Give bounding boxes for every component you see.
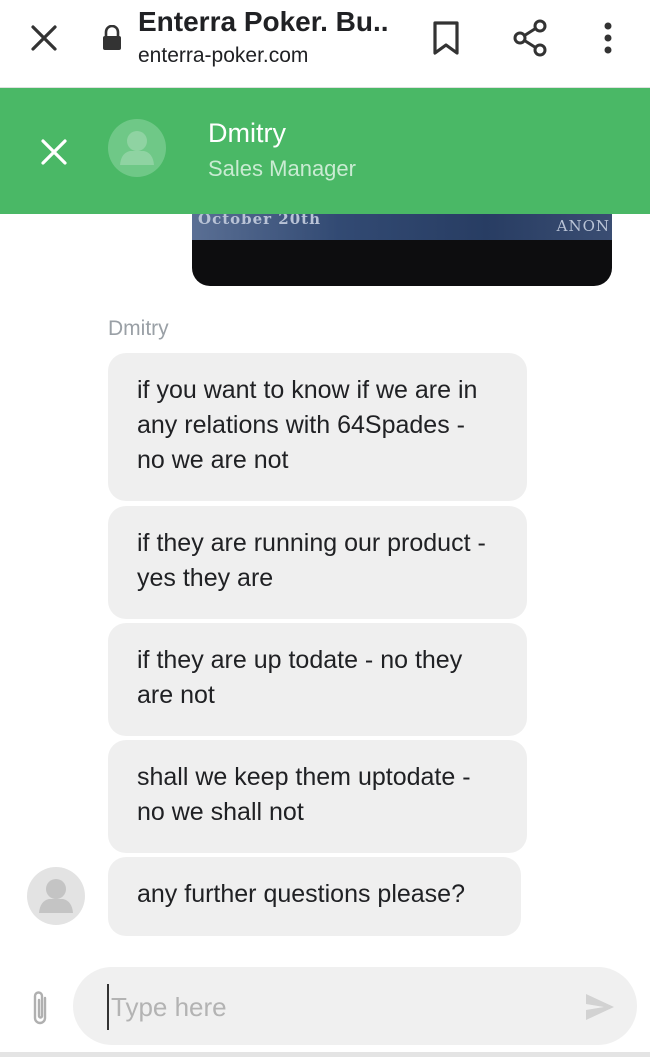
share-button[interactable]	[508, 16, 552, 60]
image-preview: October 20th ANON	[192, 214, 612, 240]
image-caption-left: October 20th	[198, 214, 321, 228]
close-chat-button[interactable]	[30, 128, 78, 176]
bookmark-button[interactable]	[424, 16, 468, 60]
browser-toolbar: Enterra Poker. Bu... enterra-poker.com	[0, 0, 650, 88]
agent-avatar	[108, 119, 166, 177]
close-icon	[41, 139, 67, 165]
bookmark-icon	[433, 21, 459, 55]
lock-icon	[100, 24, 124, 52]
divider	[0, 1052, 650, 1057]
attach-icon	[33, 991, 47, 1025]
send-button[interactable]	[578, 987, 622, 1027]
message-bubble: shall we keep them uptodate - no we shal…	[108, 740, 527, 853]
avatar-icon	[39, 879, 73, 913]
chat-header: Dmitry Sales Manager	[0, 88, 650, 214]
message-text: shall we keep them uptodate - no we shal…	[137, 763, 471, 826]
message-bubble: if you want to know if we are in any rel…	[108, 353, 527, 501]
message-text: any further questions please?	[137, 880, 465, 908]
image-attachment[interactable]: October 20th ANON	[192, 214, 612, 286]
message-bubble: any further questions please?	[108, 857, 521, 936]
attach-button[interactable]	[20, 986, 60, 1030]
more-vert-icon	[604, 22, 612, 54]
close-tab-button[interactable]	[22, 16, 66, 60]
page-url[interactable]: enterra-poker.com	[138, 44, 308, 68]
message-input-wrapper	[73, 967, 637, 1045]
share-icon	[513, 19, 547, 57]
close-icon	[31, 25, 57, 51]
message-text: if you want to know if we are in any rel…	[137, 376, 478, 474]
message-composer	[0, 948, 650, 1057]
agent-name: Dmitry	[208, 118, 286, 148]
message-text: if they are up todate - no they are not	[137, 646, 463, 709]
message-bubble: if they are up todate - no they are not	[108, 623, 527, 736]
agent-role: Sales Manager	[208, 156, 356, 181]
message-bubble: if they are running our product - yes th…	[108, 506, 527, 619]
message-text: if they are running our product - yes th…	[137, 529, 486, 592]
avatar-icon	[120, 131, 154, 165]
sender-avatar	[27, 867, 85, 925]
sender-name: Dmitry	[108, 317, 169, 340]
more-options-button[interactable]	[586, 16, 630, 60]
image-caption-right: ANON	[556, 217, 610, 235]
page-title[interactable]: Enterra Poker. Bu...	[138, 6, 388, 38]
message-input[interactable]	[107, 984, 553, 1030]
send-icon	[586, 994, 614, 1020]
